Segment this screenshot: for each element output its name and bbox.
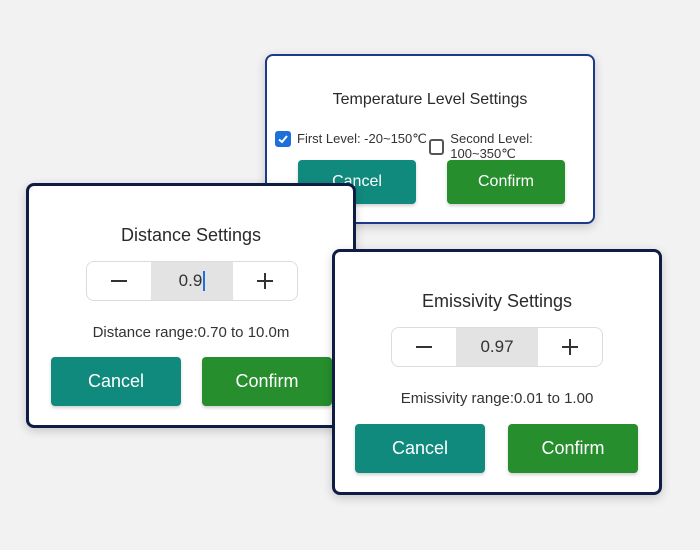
second-level-checkbox[interactable]: [429, 138, 445, 155]
distance-range-text: Distance range:0.70 to 10.0m: [92, 324, 290, 341]
second-level-option[interactable]: Second Level: 100~350℃: [429, 131, 593, 162]
first-level-checkbox[interactable]: [275, 131, 291, 147]
plus-icon: [562, 339, 578, 355]
emissivity-confirm-button[interactable]: Confirm: [508, 424, 638, 473]
minus-icon: [416, 346, 432, 348]
emissivity-increment-button[interactable]: [538, 328, 602, 366]
emissivity-settings-dialog: Emissivity Settings 0.97 Emissivity rang…: [332, 249, 662, 495]
first-level-label: First Level: -20~150℃: [297, 131, 427, 146]
distance-value: 0.9: [178, 271, 203, 290]
emissivity-decrement-button[interactable]: [392, 328, 456, 366]
distance-decrement-button[interactable]: [87, 262, 151, 300]
emissivity-value: 0.97: [480, 337, 514, 356]
text-cursor: [203, 271, 206, 291]
temperature-dialog-title: Temperature Level Settings: [332, 91, 528, 108]
distance-stepper[interactable]: 0.9: [86, 261, 298, 301]
minus-icon: [111, 280, 127, 282]
emissivity-stepper[interactable]: 0.97: [391, 327, 603, 367]
distance-confirm-button[interactable]: Confirm: [202, 357, 332, 406]
emissivity-cancel-button[interactable]: Cancel: [355, 424, 485, 473]
distance-settings-dialog: Distance Settings 0.9 Distance range:0.7…: [26, 183, 356, 428]
first-level-option[interactable]: First Level: -20~150℃: [275, 131, 427, 147]
temperature-confirm-button[interactable]: Confirm: [447, 160, 565, 204]
distance-value-input[interactable]: 0.9: [151, 262, 233, 300]
plus-icon: [257, 273, 273, 289]
emissivity-range-text: Emissivity range:0.01 to 1.00: [400, 390, 594, 407]
emissivity-value-input[interactable]: 0.97: [456, 328, 538, 366]
checkmark-icon: [278, 135, 288, 144]
emissivity-dialog-title: Emissivity Settings: [421, 291, 573, 311]
distance-cancel-button[interactable]: Cancel: [51, 357, 181, 406]
distance-dialog-title: Distance Settings: [120, 225, 262, 245]
distance-increment-button[interactable]: [233, 262, 297, 300]
second-level-label: Second Level: 100~350℃: [450, 131, 533, 161]
